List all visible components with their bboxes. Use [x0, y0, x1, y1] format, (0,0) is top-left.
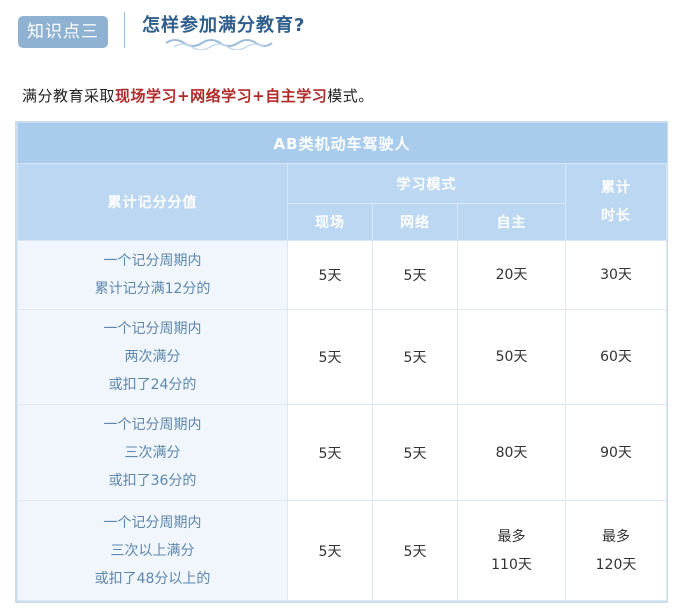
total-value: 最多 — [602, 528, 630, 545]
header-onsite: 现场 — [287, 203, 373, 241]
education-table-container: AB类机动车驾驶人 累计记分分值 学习模式 累计 时长 现场 网络 自主 一个记… — [15, 121, 668, 603]
cell-online: 5天 — [372, 240, 458, 310]
header-condition: 累计记分分值 — [17, 163, 288, 241]
section-badge: 知识点三 — [18, 16, 108, 48]
intro-suffix: 模式。 — [327, 87, 374, 105]
header-total-line2: 时长 — [601, 208, 631, 224]
condition-line: 三次满分 — [124, 444, 181, 461]
cell-online: 5天 — [372, 404, 458, 502]
table-row: 一个记分周期内 三次以上满分 或扣了48分以上的 5天 5天 最多 110天 最… — [17, 500, 668, 601]
row-condition: 一个记分周期内 三次满分 或扣了36分的 — [17, 404, 288, 502]
self-value: 110天 — [491, 556, 532, 573]
cell-total: 30天 — [564, 240, 668, 310]
intro-mode-onsite: 现场学习 — [115, 87, 178, 105]
condition-line: 两次满分 — [124, 348, 181, 365]
intro-text: 满分教育采取现场学习+网络学习+自主学习模式。 — [22, 85, 374, 106]
table-row: 一个记分周期内 两次满分 或扣了24分的 5天 5天 50天 60天 — [17, 308, 668, 406]
total-value: 60天 — [600, 348, 632, 365]
header-online: 网络 — [372, 203, 458, 241]
header-total: 累计 时长 — [564, 163, 668, 241]
self-value: 最多 — [497, 528, 526, 545]
table-row: 一个记分周期内 三次满分 或扣了36分的 5天 5天 80天 90天 — [17, 404, 668, 502]
total-value: 90天 — [600, 444, 632, 461]
condition-line: 或扣了36分的 — [108, 472, 197, 489]
condition-line: 或扣了48分以上的 — [94, 570, 211, 587]
row-condition: 一个记分周期内 两次满分 或扣了24分的 — [17, 308, 288, 406]
cell-total: 90天 — [564, 404, 668, 502]
intro-plus-2: + — [252, 87, 266, 105]
cell-online: 5天 — [372, 308, 458, 406]
condition-line: 一个记分周期内 — [103, 320, 202, 337]
total-value: 30天 — [600, 266, 632, 283]
cell-self: 最多 110天 — [457, 500, 566, 601]
header-self: 自主 — [457, 203, 566, 241]
table-row: 一个记分周期内 累计记分满12分的 5天 5天 20天 30天 — [17, 240, 668, 310]
wave-decoration-icon — [165, 39, 273, 50]
cell-self: 50天 — [457, 308, 566, 406]
cell-self: 20天 — [457, 240, 566, 310]
self-value: 20天 — [495, 266, 528, 283]
section-title: 怎样参加满分教育? — [142, 15, 306, 36]
condition-line: 一个记分周期内 — [103, 252, 202, 269]
education-table: AB类机动车驾驶人 累计记分分值 学习模式 累计 时长 现场 网络 自主 一个记… — [17, 123, 668, 601]
header-mode-group: 学习模式 — [287, 163, 566, 204]
intro-mode-online: 网络学习 — [190, 87, 253, 105]
cell-onsite: 5天 — [287, 240, 373, 310]
table-title: AB类机动车驾驶人 — [17, 123, 667, 164]
cell-onsite: 5天 — [287, 404, 373, 502]
cell-onsite: 5天 — [287, 308, 373, 406]
cell-total: 最多 120天 — [564, 500, 668, 601]
condition-line: 一个记分周期内 — [103, 416, 202, 433]
condition-line: 或扣了24分的 — [108, 376, 197, 393]
intro-mode-self: 自主学习 — [265, 87, 328, 105]
intro-plus-1: + — [177, 87, 191, 105]
condition-line: 一个记分周期内 — [103, 514, 202, 531]
cell-online: 5天 — [372, 500, 458, 601]
header-divider — [124, 12, 125, 48]
condition-line: 三次以上满分 — [110, 542, 195, 559]
cell-self: 80天 — [457, 404, 566, 502]
cell-total: 60天 — [564, 308, 668, 406]
row-condition: 一个记分周期内 累计记分满12分的 — [17, 240, 288, 310]
cell-onsite: 5天 — [287, 500, 373, 601]
row-condition: 一个记分周期内 三次以上满分 或扣了48分以上的 — [17, 500, 288, 601]
header-total-line1: 累计 — [601, 180, 631, 196]
self-value: 80天 — [495, 444, 528, 461]
self-value: 50天 — [495, 348, 528, 365]
total-value: 120天 — [595, 556, 637, 573]
condition-line: 累计记分满12分的 — [94, 280, 211, 297]
intro-prefix: 满分教育采取 — [22, 87, 116, 105]
